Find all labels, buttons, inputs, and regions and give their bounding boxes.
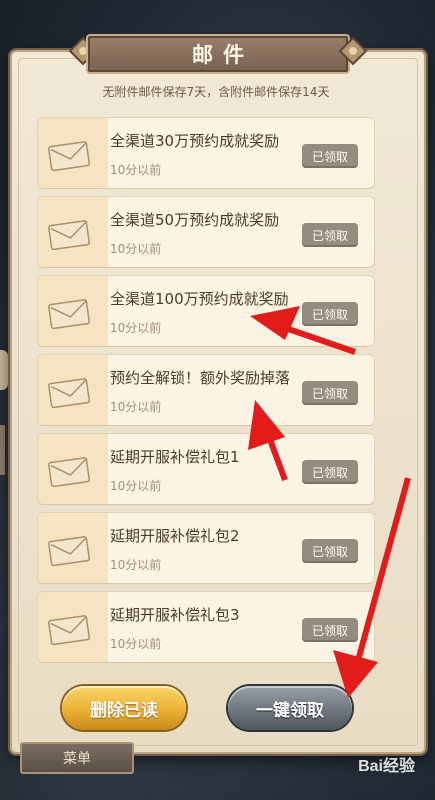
mail-item[interactable]: 延期开服补偿礼包2 10分以前 已领取 (38, 513, 374, 583)
mail-title: 延期开服补偿礼包2 (110, 527, 240, 545)
mail-item[interactable]: 全渠道100万预约成就奖励 10分以前 已领取 (38, 276, 374, 346)
mail-title: 预约全解锁！额外奖励掉落 (110, 369, 291, 387)
delete-read-button[interactable]: 删除已读 (62, 686, 186, 730)
mail-item[interactable]: 延期开服补偿礼包3 10分以前 已领取 (38, 592, 374, 662)
claimed-badge: 已领取 (302, 144, 358, 168)
retention-notice: 无附件邮件保存7天，含附件邮件保存14天 (102, 85, 330, 99)
envelope-icon (48, 378, 90, 408)
mail-item[interactable]: 全渠道50万预约成就奖励 10分以前 已领取 (38, 197, 374, 267)
mail-time: 10分以前 (110, 321, 162, 335)
mail-item[interactable]: 全渠道30万预约成就奖励 10分以前 已领取 (38, 118, 374, 188)
claimed-badge: 已领取 (302, 460, 358, 484)
envelope-icon (48, 615, 90, 645)
mail-time: 10分以前 (110, 242, 162, 256)
side-strip (0, 425, 5, 475)
claim-all-button[interactable]: 一键领取 (228, 686, 352, 730)
mail-item[interactable]: 延期开服补偿礼包1 10分以前 已领取 (38, 434, 374, 504)
mail-time: 10分以前 (110, 558, 162, 572)
mail-title: 全渠道30万预约成就奖励 (110, 132, 280, 150)
mail-time: 10分以前 (110, 400, 162, 414)
mail-time: 10分以前 (110, 479, 162, 493)
mail-title: 延期开服补偿礼包3 (110, 606, 240, 624)
mail-time: 10分以前 (110, 163, 162, 177)
mail-time: 10分以前 (110, 637, 162, 651)
envelope-icon (48, 457, 90, 487)
claimed-badge: 已领取 (302, 381, 358, 405)
page-title: 邮件 (192, 43, 254, 67)
claimed-badge: 已领取 (302, 618, 358, 642)
ornament-right-icon (338, 36, 368, 66)
envelope-icon (48, 220, 90, 250)
mail-title: 全渠道100万预约成就奖励 (110, 290, 289, 308)
mail-list: 全渠道30万预约成就奖励 10分以前 已领取 全渠道50万预约成就奖励 10分以… (38, 118, 374, 671)
panel-header: 邮件 (68, 30, 368, 74)
mail-title: 延期开服补偿礼包1 (110, 448, 240, 466)
claimed-badge: 已领取 (302, 539, 358, 563)
watermark-text: Bai经验 (358, 758, 415, 775)
envelope-icon (48, 141, 90, 171)
claimed-badge: 已领取 (302, 223, 358, 247)
menu-button[interactable]: 菜单 (20, 742, 134, 774)
header-banner: 邮件 (86, 34, 350, 74)
envelope-icon (48, 299, 90, 329)
mail-item[interactable]: 预约全解锁！额外奖励掉落 10分以前 已领取 (38, 355, 374, 425)
claimed-badge: 已领取 (302, 302, 358, 326)
mail-title: 全渠道50万预约成就奖励 (110, 211, 280, 229)
envelope-icon (48, 536, 90, 566)
side-handle[interactable] (0, 350, 8, 390)
